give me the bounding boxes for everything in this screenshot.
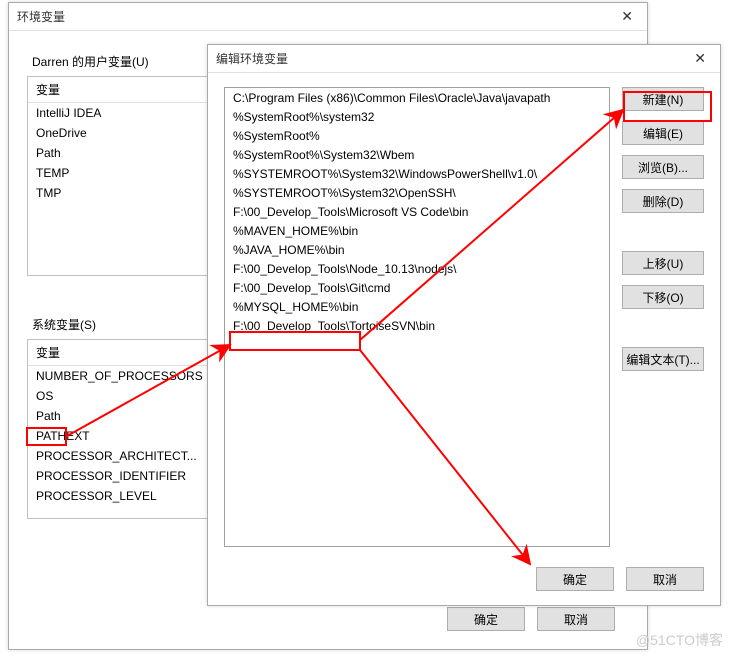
edit-env-titlebar: 编辑环境变量 ✕ [208, 45, 720, 73]
cancel-button[interactable]: 取消 [626, 567, 704, 591]
move-down-button[interactable]: 下移(O) [622, 285, 704, 309]
watermark: @51CTO博客 [636, 630, 723, 650]
path-item[interactable]: %JAVA_HOME%\bin [225, 240, 609, 259]
path-item[interactable]: %SystemRoot% [225, 126, 609, 145]
env-vars-title: 环境变量 [17, 8, 65, 25]
path-item[interactable]: %SystemRoot%\system32 [225, 107, 609, 126]
path-item[interactable]: %SYSTEMROOT%\System32\OpenSSH\ [225, 183, 609, 202]
path-item[interactable]: %SYSTEMROOT%\System32\WindowsPowerShell\… [225, 164, 609, 183]
path-item[interactable]: F:\00_Develop_Tools\Node_10.13\nodejs\ [225, 259, 609, 278]
delete-button[interactable]: 删除(D) [622, 189, 704, 213]
close-icon[interactable]: ✕ [615, 8, 639, 25]
edit-env-var-dialog: 编辑环境变量 ✕ C:\Program Files (x86)\Common F… [207, 44, 721, 606]
path-item[interactable]: %SystemRoot%\System32\Wbem [225, 145, 609, 164]
close-icon[interactable]: ✕ [688, 50, 712, 67]
path-item[interactable]: %MAVEN_HOME%\bin [225, 221, 609, 240]
edit-env-footer: 确定 取消 [536, 567, 704, 591]
cancel-button[interactable]: 取消 [537, 607, 615, 631]
env-vars-titlebar: 环境变量 ✕ [9, 3, 647, 31]
path-item[interactable]: F:\00_Develop_Tools\Microsoft VS Code\bi… [225, 202, 609, 221]
button-column: 新建(N) 编辑(E) 浏览(B)... 删除(D) 上移(U) 下移(O) 编… [622, 87, 704, 591]
path-list[interactable]: C:\Program Files (x86)\Common Files\Orac… [224, 87, 610, 547]
ok-button[interactable]: 确定 [447, 607, 525, 631]
new-button[interactable]: 新建(N) [622, 87, 704, 111]
move-up-button[interactable]: 上移(U) [622, 251, 704, 275]
path-item[interactable]: C:\Program Files (x86)\Common Files\Orac… [225, 88, 609, 107]
edit-env-title: 编辑环境变量 [216, 50, 288, 67]
edit-text-button[interactable]: 编辑文本(T)... [622, 347, 704, 371]
path-item[interactable]: F:\00_Develop_Tools\TortoiseSVN\bin [225, 316, 609, 335]
path-item-mysql[interactable]: %MYSQL_HOME%\bin [225, 297, 609, 316]
path-item[interactable]: F:\00_Develop_Tools\Git\cmd [225, 278, 609, 297]
edit-button[interactable]: 编辑(E) [622, 121, 704, 145]
env-vars-footer: 确定 取消 [447, 607, 615, 631]
browse-button[interactable]: 浏览(B)... [622, 155, 704, 179]
edit-env-content: C:\Program Files (x86)\Common Files\Orac… [208, 73, 720, 605]
ok-button[interactable]: 确定 [536, 567, 614, 591]
